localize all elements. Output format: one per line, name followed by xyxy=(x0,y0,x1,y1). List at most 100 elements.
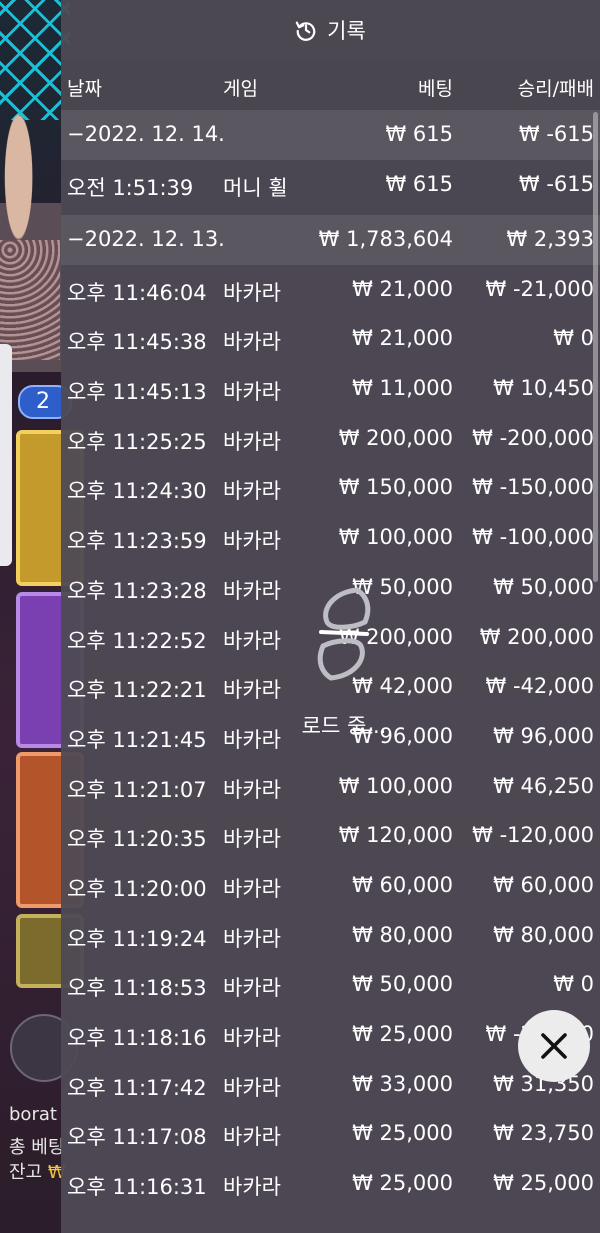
row-date: 오후 11:17:08 xyxy=(67,1125,207,1150)
row-result: ₩ 50,000 xyxy=(493,574,594,599)
loading-text: 로드 중... xyxy=(301,714,387,738)
row-date: 오후 11:16:31 xyxy=(67,1175,207,1200)
row-result: ₩ -42,000 xyxy=(485,674,595,699)
row-game: 바카라 xyxy=(223,827,281,852)
row-game: 바카라 xyxy=(223,777,281,802)
history-row[interactable]: 오후 11:24:30 바카라 ₩ 150,000 ₩ -150,000 xyxy=(61,463,600,513)
row-date: 오전 1:51:39 xyxy=(67,176,194,200)
date-group-row[interactable]: −2022. 12. 14. ₩ 615 ₩ -615 xyxy=(61,110,600,160)
history-row[interactable]: 오후 11:45:13 바카라 ₩ 11,000 ₩ 10,450 xyxy=(61,364,600,414)
row-result: ₩ -150,000 xyxy=(472,475,594,500)
row-bet: ₩ 25,000 xyxy=(352,1171,453,1196)
row-result: ₩ -120,000 xyxy=(472,823,594,848)
history-scrollbar[interactable] xyxy=(593,112,598,582)
history-row[interactable]: 오후 11:19:24 바카라 ₩ 80,000 ₩ 80,000 xyxy=(61,911,600,961)
row-date: 오후 11:19:24 xyxy=(67,926,207,951)
row-bet: ₩ 1,783,604 xyxy=(318,226,453,251)
row-result: ₩ 25,000 xyxy=(493,1171,594,1196)
row-result: ₩ 10,450 xyxy=(493,376,594,401)
neon-net-decoration xyxy=(0,0,70,120)
row-bet: ₩ 100,000 xyxy=(338,773,453,798)
row-date: 오후 11:21:07 xyxy=(67,777,207,802)
history-row[interactable]: 오후 11:18:53 바카라 ₩ 50,000 ₩ 0 xyxy=(61,960,600,1010)
row-date: 오후 11:18:53 xyxy=(67,976,207,1001)
row-bet: ₩ 11,000 xyxy=(352,376,453,401)
row-game: 바카라 xyxy=(223,280,281,305)
row-date: 오후 11:45:13 xyxy=(67,380,207,405)
history-row[interactable]: 오후 11:45:38 바카라 ₩ 21,000 ₩ 0 xyxy=(61,314,600,364)
row-bet: ₩ 200,000 xyxy=(338,425,453,450)
row-game: 바카라 xyxy=(223,678,281,703)
row-result: ₩ 23,750 xyxy=(493,1121,594,1146)
balance-label: 잔고 xyxy=(9,1162,43,1183)
row-result: ₩ 200,000 xyxy=(479,624,594,649)
row-bet: ₩ 60,000 xyxy=(352,872,453,897)
close-button[interactable] xyxy=(518,1010,590,1082)
row-date: 오후 11:23:28 xyxy=(67,578,207,603)
history-row[interactable]: 오후 11:17:08 바카라 ₩ 25,000 ₩ 23,750 xyxy=(61,1109,600,1159)
row-game: 바카라 xyxy=(223,1075,281,1100)
row-date: 오후 11:23:59 xyxy=(67,529,207,554)
row-date: −2022. 12. 13. xyxy=(67,226,225,251)
row-bet: ₩ 615 xyxy=(385,122,453,146)
row-result: ₩ -615 xyxy=(518,172,594,196)
row-date: 오후 11:17:42 xyxy=(67,1075,207,1100)
balance-line: 잔고 ₩ xyxy=(9,1158,66,1184)
history-column-headers: 날짜 게임 베팅 승리/패배 xyxy=(61,60,600,110)
row-bet: ₩ 615 xyxy=(385,172,453,196)
row-result: ₩ 0 xyxy=(553,972,594,997)
row-result: ₩ 2,393 xyxy=(506,226,594,251)
row-game: 바카라 xyxy=(223,479,281,504)
row-result: ₩ -21,000 xyxy=(485,276,595,301)
side-drawer-handle[interactable] xyxy=(0,344,12,566)
row-game: 바카라 xyxy=(223,976,281,1001)
row-game: 바카라 xyxy=(223,1026,281,1050)
column-game: 게임 xyxy=(223,78,258,100)
date-group-row[interactable]: −2022. 12. 13. ₩ 1,783,604 ₩ 2,393 xyxy=(61,214,600,265)
row-date: 오후 11:22:52 xyxy=(67,628,207,653)
row-date: 오후 11:22:21 xyxy=(67,678,207,703)
row-date: 오후 11:46:04 xyxy=(67,280,207,305)
loading-indicator: 로드 중... xyxy=(289,586,399,738)
row-bet: ₩ 25,000 xyxy=(352,1121,453,1146)
row-game: 바카라 xyxy=(223,628,281,653)
row-result: ₩ -100,000 xyxy=(472,525,594,550)
row-result: ₩ -200,000 xyxy=(472,425,594,450)
history-row[interactable]: 오후 11:20:35 바카라 ₩ 120,000 ₩ -120,000 xyxy=(61,811,600,861)
row-game: 바카라 xyxy=(223,1125,281,1150)
row-bet: ₩ 25,000 xyxy=(352,1022,453,1046)
row-date: 오후 11:25:25 xyxy=(67,429,207,454)
history-row[interactable]: 오전 1:51:39 머니 휠 ₩ 615 ₩ -615 xyxy=(61,160,600,210)
row-bet: ₩ 100,000 xyxy=(338,525,453,550)
row-result: ₩ 96,000 xyxy=(493,723,594,748)
row-bet: ₩ 120,000 xyxy=(338,823,453,848)
row-game: 바카라 xyxy=(223,429,281,454)
column-bet: 베팅 xyxy=(418,78,453,100)
history-header: 기록 xyxy=(61,0,600,60)
row-game: 머니 휠 xyxy=(223,176,288,200)
row-result: ₩ -615 xyxy=(518,122,594,146)
history-row[interactable]: 오후 11:17:42 바카라 ₩ 33,000 ₩ 31,350 xyxy=(61,1060,600,1110)
row-game: 바카라 xyxy=(223,1175,281,1200)
history-row[interactable]: 오후 11:20:00 바카라 ₩ 60,000 ₩ 60,000 xyxy=(61,861,600,911)
row-game: 바카라 xyxy=(223,380,281,405)
row-date: 오후 11:20:35 xyxy=(67,827,207,852)
history-row[interactable]: 오후 11:25:25 바카라 ₩ 200,000 ₩ -200,000 xyxy=(61,414,600,464)
loading-spinner-icon xyxy=(317,587,371,681)
row-date: 오후 11:21:45 xyxy=(67,727,207,752)
history-row[interactable]: 오후 11:16:31 바카라 ₩ 25,000 ₩ 25,000 xyxy=(61,1159,600,1209)
column-result: 승리/패배 xyxy=(517,78,594,100)
history-title: 기록 xyxy=(327,19,366,43)
dealer-jacket xyxy=(0,240,60,360)
close-icon xyxy=(541,1033,567,1059)
history-row[interactable]: 오후 11:23:59 바카라 ₩ 100,000 ₩ -100,000 xyxy=(61,513,600,563)
row-bet: ₩ 80,000 xyxy=(352,922,453,947)
row-game: 바카라 xyxy=(223,578,281,603)
history-row[interactable]: 오후 11:21:07 바카라 ₩ 100,000 ₩ 46,250 xyxy=(61,762,600,812)
row-game: 바카라 xyxy=(223,926,281,951)
row-date: 오후 11:18:16 xyxy=(67,1026,207,1050)
row-date: 오후 11:45:38 xyxy=(67,330,207,355)
row-date: 오후 11:24:30 xyxy=(67,479,207,504)
row-bet: ₩ 50,000 xyxy=(352,972,453,997)
history-row[interactable]: 오후 11:46:04 바카라 ₩ 21,000 ₩ -21,000 xyxy=(61,265,600,315)
